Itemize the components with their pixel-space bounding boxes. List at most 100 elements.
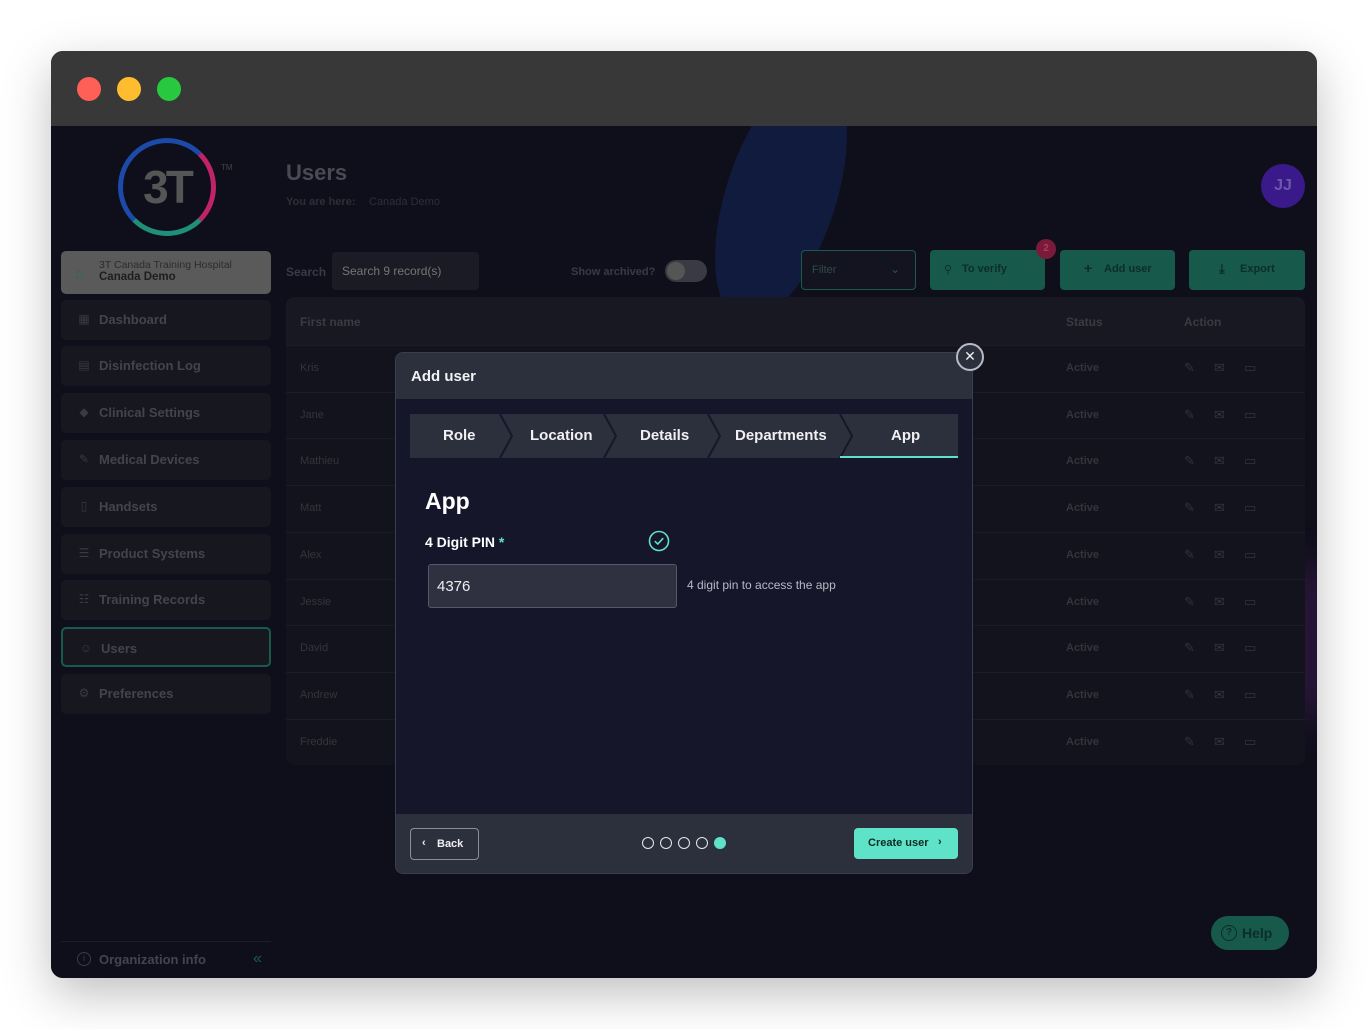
mail-icon[interactable]: ✉ bbox=[1214, 734, 1225, 750]
export-button[interactable]: ⤓ Export bbox=[1189, 250, 1305, 290]
progress-dot bbox=[642, 837, 654, 849]
organization-name: 3T Canada Training Hospital bbox=[99, 259, 232, 271]
organization-info-label: Organization info bbox=[99, 952, 206, 967]
mail-icon[interactable]: ✉ bbox=[1214, 500, 1225, 516]
mail-icon[interactable]: ✉ bbox=[1214, 407, 1225, 423]
create-user-button[interactable]: Create user › bbox=[854, 828, 958, 859]
edit-icon[interactable]: ✎ bbox=[1184, 453, 1195, 469]
pin-input[interactable] bbox=[428, 564, 677, 608]
add-user-button[interactable]: + Add user bbox=[1060, 250, 1175, 290]
avatar[interactable]: JJ bbox=[1261, 164, 1305, 208]
step-role[interactable]: Role bbox=[410, 414, 506, 458]
mail-icon[interactable]: ✉ bbox=[1214, 547, 1225, 563]
brand-logo: 3T bbox=[118, 138, 216, 236]
chevron-down-icon: ⌄ bbox=[890, 262, 901, 276]
download-icon: ⤓ bbox=[1219, 261, 1225, 276]
edit-icon[interactable]: ✎ bbox=[1184, 687, 1195, 703]
organization-info-link[interactable]: i Organization info « bbox=[61, 941, 271, 975]
logo-text: 3T bbox=[143, 161, 194, 213]
verify-count-badge: 2 bbox=[1036, 239, 1056, 259]
archive-icon[interactable]: ▭ bbox=[1244, 360, 1256, 376]
pin-label-text: 4 Digit PIN bbox=[425, 534, 496, 550]
organization-selector[interactable]: ⌂ 3T Canada Training Hospital Canada Dem… bbox=[61, 251, 271, 294]
archive-icon[interactable]: ▭ bbox=[1244, 547, 1256, 563]
archive-icon[interactable]: ▭ bbox=[1244, 500, 1256, 516]
edit-icon[interactable]: ✎ bbox=[1184, 547, 1195, 563]
site-name: Canada Demo bbox=[99, 271, 176, 283]
collapse-sidebar-icon[interactable]: « bbox=[253, 950, 262, 968]
close-window-button[interactable] bbox=[77, 77, 101, 101]
toggle-knob bbox=[667, 262, 685, 280]
minimize-window-button[interactable] bbox=[117, 77, 141, 101]
step-details[interactable]: Details bbox=[610, 414, 714, 458]
edit-icon[interactable]: ✎ bbox=[1184, 734, 1195, 750]
modal-footer: ‹ Back Create user › bbox=[396, 814, 972, 873]
mail-icon[interactable]: ✉ bbox=[1214, 453, 1225, 469]
status-cell: Active bbox=[1066, 455, 1100, 468]
archive-icon[interactable]: ▭ bbox=[1244, 594, 1256, 610]
first-name-cell: Kris bbox=[300, 362, 319, 374]
edit-icon[interactable]: ✎ bbox=[1184, 360, 1195, 376]
status-cell: Active bbox=[1066, 642, 1100, 655]
grid-icon: ▦ bbox=[78, 312, 90, 326]
column-header-first-name[interactable]: First name bbox=[300, 315, 361, 329]
status-cell: Active bbox=[1066, 408, 1100, 421]
sidebar-item-users[interactable]: ☺ Users bbox=[61, 627, 271, 667]
step-location[interactable]: Location bbox=[506, 414, 610, 458]
page-title: Users bbox=[286, 160, 348, 185]
progress-dots bbox=[642, 836, 732, 852]
step-label: Role bbox=[443, 427, 476, 444]
breadcrumb[interactable]: Canada Demo bbox=[369, 196, 440, 208]
to-verify-label: To verify bbox=[962, 263, 1008, 275]
archive-icon[interactable]: ▭ bbox=[1244, 453, 1256, 469]
sidebar-item-training-records[interactable]: ☷ Training Records bbox=[61, 580, 271, 620]
first-name-cell: Jessie bbox=[300, 595, 332, 608]
info-icon: i bbox=[77, 952, 91, 966]
archive-icon[interactable]: ▭ bbox=[1244, 640, 1256, 656]
edit-icon[interactable]: ✎ bbox=[1184, 407, 1195, 423]
progress-dot bbox=[678, 837, 690, 849]
sidebar-item-label: Handsets bbox=[99, 499, 158, 514]
help-button[interactable]: ? Help bbox=[1211, 916, 1289, 950]
sidebar-item-medical-devices[interactable]: ✎ Medical Devices bbox=[61, 440, 271, 480]
breadcrumb-label: You are here: bbox=[286, 196, 356, 208]
close-modal-button[interactable]: ✕ bbox=[956, 343, 984, 371]
help-label: Help bbox=[1242, 925, 1273, 941]
step-app[interactable]: App bbox=[844, 414, 958, 458]
to-verify-button[interactable]: ⚲ To verify bbox=[930, 250, 1045, 290]
step-departments[interactable]: Departments bbox=[714, 414, 844, 458]
sidebar-item-product-systems[interactable]: ☰ Product Systems bbox=[61, 534, 271, 574]
back-button[interactable]: ‹ Back bbox=[410, 828, 479, 860]
sidebar-item-dashboard[interactable]: ▦ Dashboard bbox=[61, 300, 271, 340]
sidebar-item-preferences[interactable]: ⚙ Preferences bbox=[61, 674, 271, 714]
progress-dot bbox=[714, 837, 726, 849]
sidebar-item-label: Medical Devices bbox=[99, 452, 200, 467]
step-label: Departments bbox=[735, 427, 827, 444]
mail-icon[interactable]: ✉ bbox=[1214, 360, 1225, 376]
show-archived-label: Show archived? bbox=[571, 266, 656, 278]
mail-icon[interactable]: ✉ bbox=[1214, 594, 1225, 610]
sidebar-item-handsets[interactable]: ▯ Handsets bbox=[61, 487, 271, 527]
archive-icon[interactable]: ▭ bbox=[1244, 407, 1256, 423]
filter-dropdown[interactable]: Filter ⌄ bbox=[801, 250, 916, 290]
archive-icon[interactable]: ▭ bbox=[1244, 687, 1256, 703]
progress-dot bbox=[696, 837, 708, 849]
sidebar-item-label: Training Records bbox=[99, 592, 206, 607]
sidebar-item-disinfection-log[interactable]: ▤ Disinfection Log bbox=[61, 346, 271, 386]
edit-icon[interactable]: ✎ bbox=[1184, 594, 1195, 610]
edit-icon[interactable]: ✎ bbox=[1184, 500, 1195, 516]
archive-icon[interactable]: ▭ bbox=[1244, 734, 1256, 750]
app-content: 3T TM ⌂ 3T Canada Training Hospital Cana… bbox=[51, 126, 1317, 978]
search-input[interactable] bbox=[332, 252, 479, 290]
mail-icon[interactable]: ✉ bbox=[1214, 687, 1225, 703]
table-header: First name Status Action bbox=[286, 297, 1305, 345]
sidebar-item-label: Users bbox=[101, 641, 138, 656]
mail-icon[interactable]: ✉ bbox=[1214, 640, 1225, 656]
show-archived-toggle[interactable] bbox=[665, 260, 707, 282]
maximize-window-button[interactable] bbox=[157, 77, 181, 101]
step-label: Location bbox=[530, 427, 593, 444]
plus-icon: + bbox=[1084, 260, 1093, 276]
edit-icon[interactable]: ✎ bbox=[1184, 640, 1195, 656]
sidebar-item-clinical-settings[interactable]: ◆ Clinical Settings bbox=[61, 393, 271, 433]
column-header-status[interactable]: Status bbox=[1066, 315, 1103, 329]
